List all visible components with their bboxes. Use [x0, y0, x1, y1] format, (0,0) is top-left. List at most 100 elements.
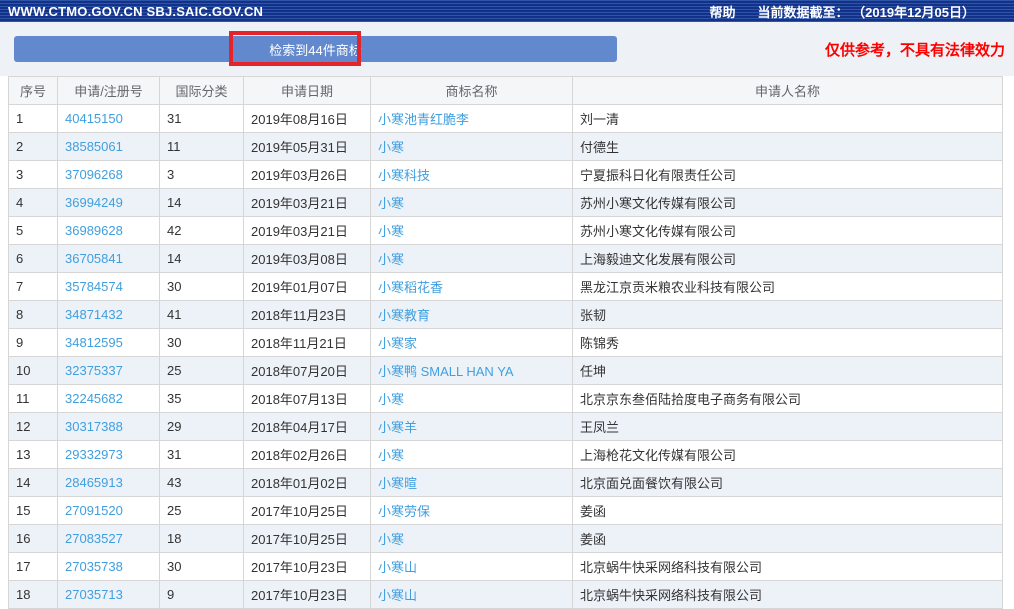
date-cell: 2019年03月21日	[244, 189, 371, 217]
trademark-name-link[interactable]: 小寒羊	[378, 420, 417, 435]
trademark-name-link[interactable]: 小寒	[378, 224, 404, 239]
disclaimer-text: 仅供参考，不具有法律效力	[825, 39, 1005, 60]
trademark-name-link[interactable]: 小寒暄	[378, 476, 417, 491]
trademark-name-link[interactable]: 小寒	[378, 196, 404, 211]
top-navigation-bar: WWW.CTMO.GOV.CN SBJ.SAIC.GOV.CN 帮助 当前数据截…	[0, 0, 1014, 22]
class-cell: 18	[160, 525, 244, 553]
class-cell: 30	[160, 273, 244, 301]
table-row: 1230317388292018年04月17日小寒羊王凤兰	[9, 413, 1003, 441]
trademark-name-link[interactable]: 小寒	[378, 448, 404, 463]
class-cell: 11	[160, 133, 244, 161]
trademark-name-link[interactable]: 小寒教育	[378, 308, 430, 323]
reg-no-link[interactable]: 27035713	[65, 587, 123, 602]
trademark-name-link-cell: 小寒	[371, 133, 573, 161]
reg-no-link-cell: 37096268	[58, 161, 160, 189]
table-row: 834871432412018年11月23日小寒教育张韧	[9, 301, 1003, 329]
date-cell: 2019年08月16日	[244, 105, 371, 133]
trademark-name-link[interactable]: 小寒劳保	[378, 504, 430, 519]
reg-no-link[interactable]: 29332973	[65, 447, 123, 462]
trademark-name-link[interactable]: 小寒鸭 SMALL HAN YA	[378, 364, 514, 379]
reg-no-link[interactable]: 32375337	[65, 363, 123, 378]
trademark-name-link-cell: 小寒	[371, 385, 573, 413]
reg-no-link-cell: 28465913	[58, 469, 160, 497]
seq-cell: 4	[9, 189, 58, 217]
applicant-cell: 付德生	[573, 133, 1003, 161]
header-applicant: 申请人名称	[573, 77, 1003, 105]
reg-no-link-cell: 32375337	[58, 357, 160, 385]
reg-no-link-cell: 40415150	[58, 105, 160, 133]
date-cell: 2017年10月23日	[244, 553, 371, 581]
seq-cell: 1	[9, 105, 58, 133]
data-cutoff-date: 当前数据截至： （2019年12月05日）	[758, 2, 975, 21]
trademark-name-link[interactable]: 小寒家	[378, 336, 417, 351]
reg-no-link-cell: 36705841	[58, 245, 160, 273]
reg-no-link[interactable]: 38585061	[65, 139, 123, 154]
result-banner: 检索到44件商标	[14, 36, 617, 62]
reg-no-link[interactable]: 28465913	[65, 475, 123, 490]
table-row: 1627083527182017年10月25日小寒姜函	[9, 525, 1003, 553]
trademark-name-link-cell: 小寒羊	[371, 413, 573, 441]
reg-no-link[interactable]: 27083527	[65, 531, 123, 546]
table-row: 735784574302019年01月07日小寒稻花香黑龙江京贡米粮农业科技有限…	[9, 273, 1003, 301]
reg-no-link[interactable]: 36994249	[65, 195, 123, 210]
header-seq: 序号	[9, 77, 58, 105]
trademark-name-link[interactable]: 小寒	[378, 252, 404, 267]
trademark-name-link-cell: 小寒家	[371, 329, 573, 357]
applicant-cell: 上海枪花文化传媒有限公司	[573, 441, 1003, 469]
date-cell: 2017年10月25日	[244, 525, 371, 553]
trademark-name-link[interactable]: 小寒稻花香	[378, 280, 443, 295]
date-cell: 2018年07月13日	[244, 385, 371, 413]
seq-cell: 9	[9, 329, 58, 357]
seq-cell: 2	[9, 133, 58, 161]
reg-no-link-cell: 32245682	[58, 385, 160, 413]
trademark-name-link-cell: 小寒池青红脆李	[371, 105, 573, 133]
applicant-cell: 北京蜗牛快采网络科技有限公司	[573, 581, 1003, 609]
reg-no-link[interactable]: 34871432	[65, 307, 123, 322]
reg-no-link[interactable]: 30317388	[65, 419, 123, 434]
applicant-cell: 姜函	[573, 525, 1003, 553]
reg-no-link[interactable]: 32245682	[65, 391, 123, 406]
reg-no-link[interactable]: 37096268	[65, 167, 123, 182]
class-cell: 43	[160, 469, 244, 497]
header-reg-no: 申请/注册号	[58, 77, 160, 105]
applicant-cell: 刘一清	[573, 105, 1003, 133]
table-row: 238585061112019年05月31日小寒付德生	[9, 133, 1003, 161]
table-row: 536989628422019年03月21日小寒苏州小寒文化传媒有限公司	[9, 217, 1003, 245]
trademark-name-link[interactable]: 小寒山	[378, 588, 417, 603]
reg-no-link[interactable]: 27035738	[65, 559, 123, 574]
reg-no-link[interactable]: 27091520	[65, 503, 123, 518]
applicant-cell: 王凤兰	[573, 413, 1003, 441]
reg-no-link[interactable]: 40415150	[65, 111, 123, 126]
date-cell: 2018年07月20日	[244, 357, 371, 385]
applicant-cell: 北京京东叁佰陆拾度电子商务有限公司	[573, 385, 1003, 413]
date-cell: 2018年11月23日	[244, 301, 371, 329]
site-address: WWW.CTMO.GOV.CN SBJ.SAIC.GOV.CN	[0, 4, 263, 19]
date-cell: 2018年11月21日	[244, 329, 371, 357]
reg-no-link[interactable]: 36705841	[65, 251, 123, 266]
reg-no-link[interactable]: 36989628	[65, 223, 123, 238]
trademark-name-link[interactable]: 小寒	[378, 532, 404, 547]
trademark-name-link-cell: 小寒	[371, 245, 573, 273]
table-row: 1428465913432018年01月02日小寒暄北京面兑面餐饮有限公司	[9, 469, 1003, 497]
help-link[interactable]: 帮助	[710, 2, 736, 21]
reg-no-link[interactable]: 35784574	[65, 279, 123, 294]
trademark-name-link[interactable]: 小寒山	[378, 560, 417, 575]
reg-no-link-cell: 27091520	[58, 497, 160, 525]
reg-no-link[interactable]: 34812595	[65, 335, 123, 350]
trademark-name-link[interactable]: 小寒	[378, 392, 404, 407]
class-cell: 25	[160, 357, 244, 385]
trademark-name-link-cell: 小寒	[371, 189, 573, 217]
trademark-name-link[interactable]: 小寒	[378, 140, 404, 155]
trademark-name-link-cell: 小寒稻花香	[371, 273, 573, 301]
class-cell: 29	[160, 413, 244, 441]
date-cell: 2017年10月23日	[244, 581, 371, 609]
trademark-name-link[interactable]: 小寒科技	[378, 168, 430, 183]
table-row: 1132245682352018年07月13日小寒北京京东叁佰陆拾度电子商务有限…	[9, 385, 1003, 413]
class-cell: 25	[160, 497, 244, 525]
class-cell: 35	[160, 385, 244, 413]
applicant-cell: 宁夏振科日化有限责任公司	[573, 161, 1003, 189]
trademark-name-link-cell: 小寒山	[371, 581, 573, 609]
trademark-name-link[interactable]: 小寒池青红脆李	[378, 112, 469, 127]
reg-no-link-cell: 35784574	[58, 273, 160, 301]
reg-no-link-cell: 34871432	[58, 301, 160, 329]
